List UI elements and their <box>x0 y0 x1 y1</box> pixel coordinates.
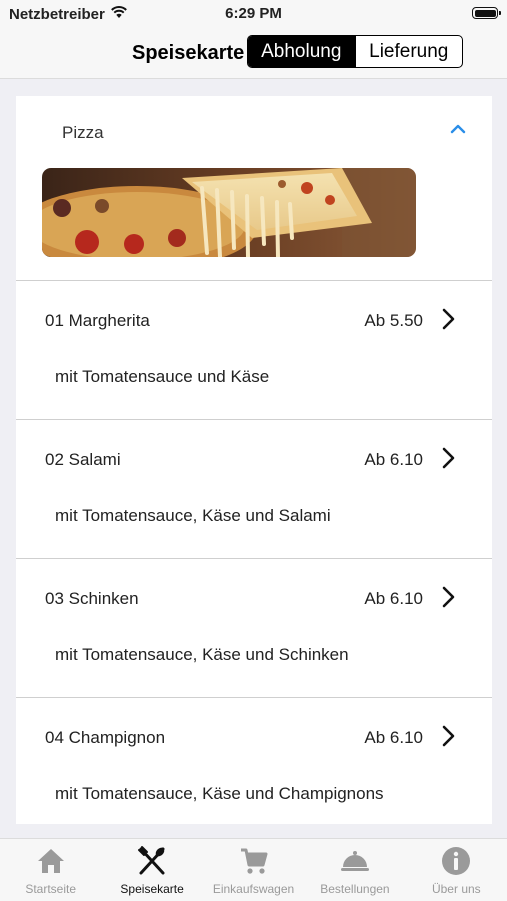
segment-delivery[interactable]: Lieferung <box>354 36 463 67</box>
menu-item-schinken[interactable]: 03 Schinken Ab 6.10 mit Tomatensauce, Kä… <box>16 559 492 698</box>
tab-bestellungen[interactable]: Bestellungen <box>304 839 405 901</box>
item-name: 01 Margherita <box>45 311 150 330</box>
tab-einkaufswagen[interactable]: Einkaufswagen <box>203 839 304 901</box>
chevron-up-icon[interactable] <box>450 123 466 135</box>
utensils-icon <box>138 846 165 875</box>
cloche-icon <box>340 851 369 871</box>
tab-speisekarte[interactable]: Speisekarte <box>101 839 202 901</box>
item-price: Ab 6.10 <box>364 450 423 469</box>
menu-item-salami[interactable]: 02 Salami Ab 6.10 mit Tomatensauce, Käse… <box>16 420 492 559</box>
item-name: 02 Salami <box>45 450 121 469</box>
battery-icon <box>472 7 501 19</box>
home-icon <box>37 849 64 873</box>
item-price: Ab 5.50 <box>364 311 423 330</box>
menu-list: Pizza 01 Margherita Ab 5.50 mit Tomatens… <box>16 96 492 824</box>
item-name: 04 Champignon <box>45 728 166 747</box>
pizza-photo <box>42 168 416 257</box>
chevron-right-icon[interactable] <box>440 446 456 470</box>
item-price: Ab 6.10 <box>364 589 423 608</box>
chevron-right-icon[interactable] <box>440 307 456 331</box>
navigation-bar: Speisekarte Abholung Lieferung <box>0 26 507 79</box>
status-time: 6:29 PM <box>225 5 282 22</box>
item-description: mit Tomatensauce, Käse und Salami <box>55 506 331 525</box>
item-description: mit Tomatensauce, Käse und Champignons <box>55 784 384 803</box>
order-mode-segmented-control: Abholung Lieferung <box>247 35 463 68</box>
category-section-pizza[interactable]: Pizza <box>16 96 492 281</box>
item-description: mit Tomatensauce, Käse und Schinken <box>55 645 349 664</box>
tab-label: Über uns <box>431 882 481 896</box>
tab-bar: Startseite Speisekarte Einkaufswagen Bes… <box>0 838 507 901</box>
tab-ueber-uns[interactable]: Über uns <box>406 839 507 901</box>
item-price: Ab 6.10 <box>364 728 423 747</box>
tab-label: Einkaufswagen <box>212 882 295 896</box>
tab-label: Speisekarte <box>120 882 184 896</box>
status-bar: Netzbetreiber 6:29 PM <box>0 0 507 26</box>
tab-startseite[interactable]: Startseite <box>0 839 101 901</box>
menu-item-champignon[interactable]: 04 Champignon Ab 6.10 mit Tomatensauce, … <box>16 698 492 824</box>
category-title: Pizza <box>62 123 104 142</box>
tab-label: Startseite <box>25 882 77 896</box>
page-title: Speisekarte <box>132 42 245 64</box>
cart-icon <box>240 848 268 874</box>
info-icon <box>442 847 471 875</box>
item-name: 03 Schinken <box>45 589 139 608</box>
segment-pickup[interactable]: Abholung <box>248 36 355 67</box>
item-description: mit Tomatensauce und Käse <box>55 367 270 386</box>
chevron-right-icon[interactable] <box>440 724 456 748</box>
tab-label: Bestellungen <box>320 882 390 896</box>
chevron-right-icon[interactable] <box>440 585 456 609</box>
menu-item-margherita[interactable]: 01 Margherita Ab 5.50 mit Tomatensauce u… <box>16 281 492 420</box>
